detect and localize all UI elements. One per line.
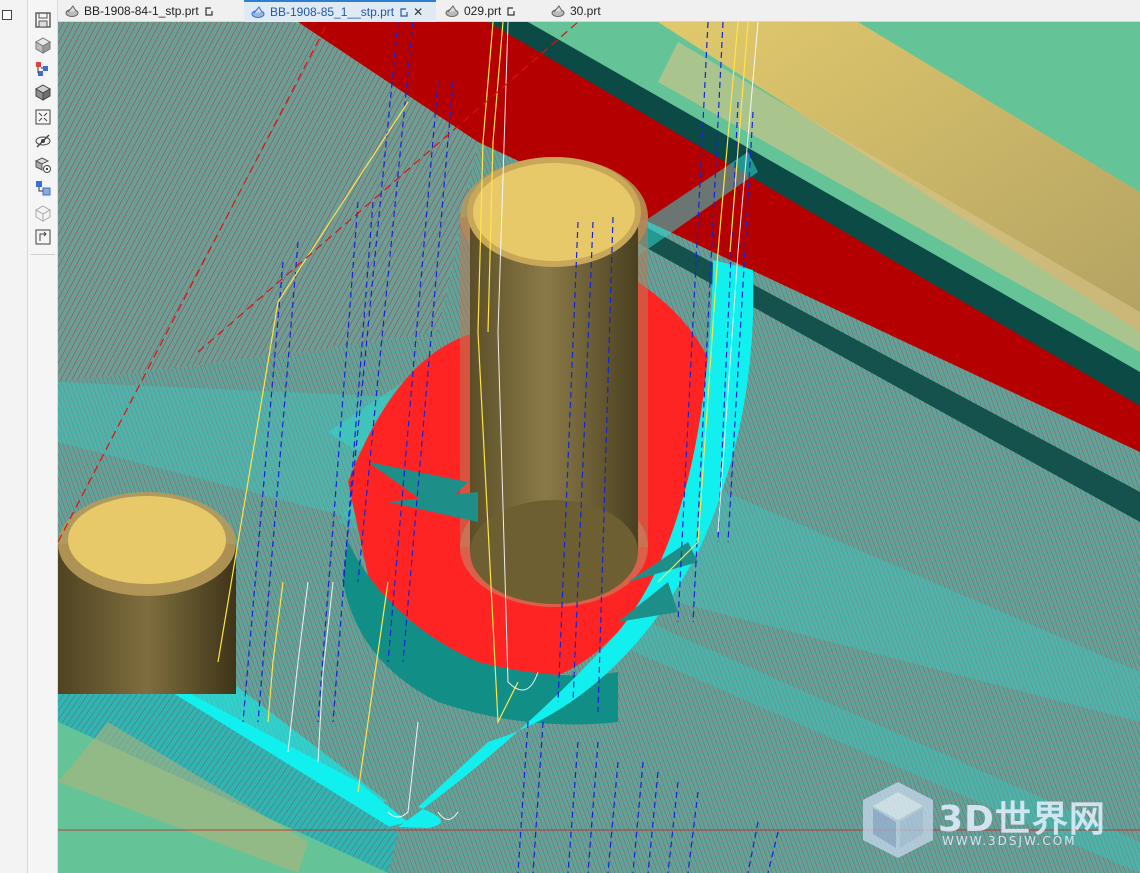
reset-orientation-icon[interactable] (32, 227, 54, 247)
tab-label: 029.prt (464, 4, 502, 18)
modified-icon (399, 7, 409, 18)
hide-show-icon[interactable] (32, 131, 54, 151)
panel-checkbox[interactable] (2, 10, 12, 20)
solid-cube-icon[interactable] (32, 82, 54, 102)
cam-toolpath-scene (58, 22, 1140, 873)
assembly-navigator-icon[interactable] (32, 59, 54, 79)
tab-label: BB-1908-84-1_stp.prt (84, 4, 199, 18)
save-icon[interactable] (32, 10, 54, 30)
tab-bb-1908-85-1[interactable]: BB-1908-85_1__stp.prt ✕ (244, 0, 436, 22)
part-file-icon (550, 4, 566, 18)
resource-toolbar (28, 0, 58, 873)
fit-view-icon[interactable] (32, 107, 54, 127)
tab-label: BB-1908-85_1__stp.prt (270, 5, 395, 19)
watermark-url: WWW.3DSJW.COM (942, 834, 1077, 848)
shaded-cube-icon[interactable] (32, 35, 54, 55)
modified-icon (204, 6, 214, 17)
document-tab-bar: BB-1908-84-1_stp.prt BB-1908-85_1__stp.p… (58, 0, 1140, 22)
part-file-icon (444, 4, 460, 18)
watermark: 3D世界网 WWW.3DSJW.COM (860, 790, 1130, 856)
part-file-icon (250, 5, 266, 19)
part-file-icon (64, 4, 80, 18)
wireframe-cube-icon[interactable] (32, 203, 54, 223)
tab-label: 30.prt (570, 4, 601, 18)
toolbar-separator (31, 254, 55, 255)
modified-icon (506, 6, 516, 17)
part-navigator-icon[interactable] (32, 178, 54, 198)
tab-30[interactable]: 30.prt (544, 0, 634, 22)
graphics-viewport[interactable]: 3D世界网 WWW.3DSJW.COM (58, 22, 1140, 873)
left-panel-strip (0, 0, 28, 873)
tab-029[interactable]: 029.prt (438, 0, 543, 22)
tab-bb-1908-84-1[interactable]: BB-1908-84-1_stp.prt (58, 0, 243, 22)
close-icon[interactable]: ✕ (413, 5, 423, 19)
settings-cube-icon[interactable] (32, 155, 54, 175)
